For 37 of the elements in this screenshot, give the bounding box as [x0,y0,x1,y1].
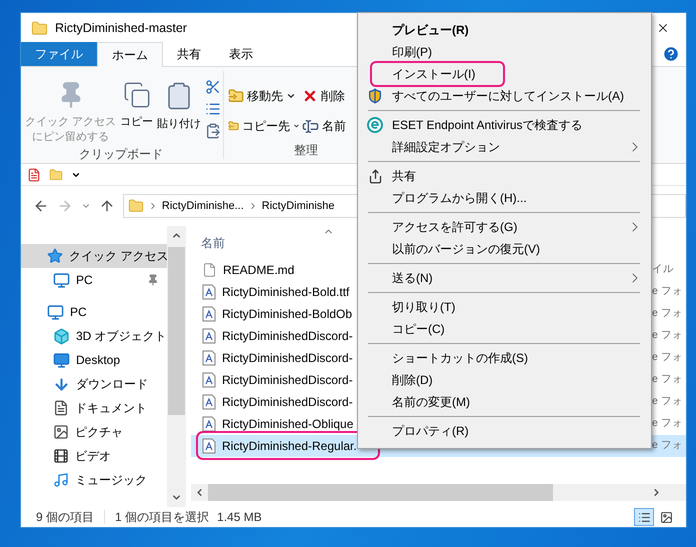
nav-label: PC [70,304,87,321]
file-type: e フォ [652,438,683,454]
window-title: RictyDiminished-master [55,20,187,37]
file-name: README.md [223,262,294,279]
nav-label: ドキュメント [75,400,147,417]
button-label: 貼り付け [157,117,202,132]
group-label: クリップボード [79,146,164,163]
file-name: RictyDiminishedDiscord- [222,372,353,389]
file-name: RictyDiminishedDiscord- [222,394,353,411]
button-label: コピー [120,115,154,130]
file-name: RictyDiminishedDiscord- [222,350,353,367]
file-type: イル [652,262,674,278]
nav-label: PC [76,272,93,289]
group-label: 整理 [294,142,318,159]
nav-label: ビデオ [75,448,111,465]
nav-label: ダウンロード [76,376,148,393]
file-type: e フォ [652,394,683,410]
file-type: e フォ [652,372,683,388]
file-type: e フォ [652,350,683,366]
status-text: 1.45 MB [217,509,262,526]
status-text: 1 個の項目を選択 [115,509,210,526]
file-type: e フォ [652,284,683,300]
file-type: e フォ [652,328,683,344]
file-name: RictyDiminished-Bold.ttf [222,284,350,301]
nav-label: クイック アクセス [69,248,167,265]
file-type: e フォ [652,306,683,322]
nav-label: ミュージック [75,472,147,489]
file-name: RictyDiminished-Regular. [222,438,357,455]
file-name: RictyDiminished-Oblique [222,416,354,433]
nav-label: Desktop [76,352,120,369]
status-text: 9 個の項目 [36,509,94,526]
button-label: クイック アクセス にピン留めする [25,115,116,145]
file-type: e フォ [652,416,683,432]
nav-label: 3D オブジェクト [76,328,167,345]
file-name: RictyDiminishedDiscord- [222,328,353,345]
file-name: RictyDiminished-BoldOb [222,306,352,323]
nav-label: ピクチャ [75,424,123,441]
